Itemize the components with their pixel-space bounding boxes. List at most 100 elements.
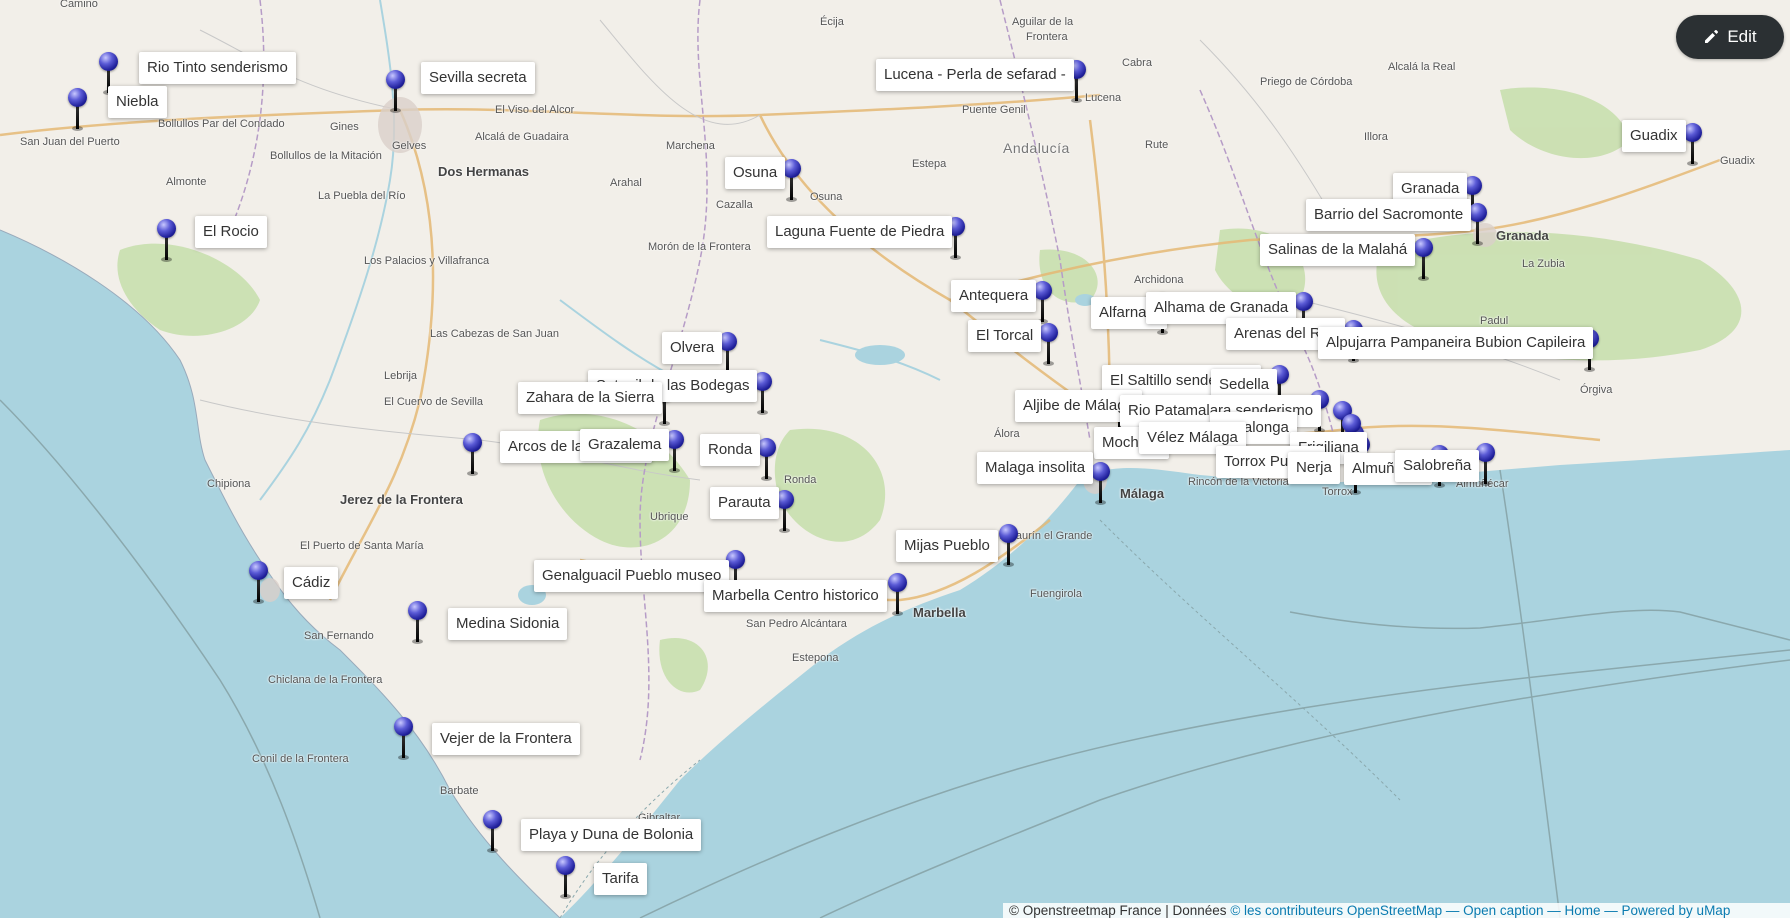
marker-head <box>386 70 405 89</box>
map-marker-label[interactable]: Malaga insolita <box>977 452 1094 484</box>
place-osuna: Osuna <box>810 191 843 203</box>
map-marker-label[interactable]: Medina Sidonia <box>448 608 568 640</box>
map-marker-pin[interactable] <box>462 433 484 477</box>
map-marker-label[interactable]: Nerja <box>1288 452 1340 484</box>
map-marker-pin[interactable] <box>248 561 270 605</box>
map-marker-label[interactable]: Osuna <box>725 157 786 189</box>
map-marker-label[interactable]: Lucena - Perla de sefarad - <box>876 59 1074 91</box>
map-marker-label[interactable]: Tarifa <box>594 863 647 895</box>
map-marker-pin[interactable] <box>555 856 577 900</box>
place-camino: Camino <box>60 0 98 10</box>
marker-head <box>463 433 482 452</box>
place-alcala-guadaira: Alcalá de Guadaira <box>475 131 569 143</box>
attribution-prefix: © Openstreetmap France | Données <box>1009 903 1231 918</box>
map-marker-label[interactable]: Genalguacil Pueblo museo <box>534 560 730 592</box>
marker-head <box>249 561 268 580</box>
marker-head <box>556 856 575 875</box>
map-marker-label[interactable]: Parauta <box>710 487 779 519</box>
marker-head <box>68 88 87 107</box>
map-marker-label[interactable]: Guadix <box>1622 120 1686 152</box>
map-marker-label[interactable]: Mijas Pueblo <box>896 530 998 562</box>
place-ilbra: Illora <box>1364 131 1388 143</box>
place-alora: Álora <box>994 428 1020 440</box>
marker-stick <box>564 873 567 897</box>
map-marker-label[interactable]: Barrio del Sacromonte <box>1306 199 1472 231</box>
map-marker-pin[interactable] <box>998 524 1020 568</box>
map-marker-label[interactable]: Grazalema <box>580 429 670 461</box>
marker-head <box>1414 238 1433 257</box>
map-marker-label[interactable]: Salinas de la Malahá <box>1260 234 1416 266</box>
place-bollullos: Bollullos Par del Condado <box>158 118 285 130</box>
place-aguilar: Aguilar de la <box>1012 16 1074 28</box>
map-marker-label[interactable]: El Rocio <box>195 216 267 248</box>
marker-stick <box>1047 340 1050 364</box>
attribution-caption-link[interactable]: Open caption <box>1463 903 1543 918</box>
map-marker-label[interactable]: Vejer de la Frontera <box>432 723 580 755</box>
marker-stick <box>954 234 957 258</box>
map-marker-label[interactable]: Marbella Centro historico <box>704 580 887 612</box>
attribution-home-link[interactable]: Home <box>1564 903 1600 918</box>
marker-head <box>394 717 413 736</box>
place-san-juan: San Juan del Puerto <box>20 136 120 148</box>
marker-head <box>483 810 502 829</box>
map-marker-label[interactable]: Salobreña <box>1395 450 1480 482</box>
place-frontera-top: Frontera <box>1026 31 1068 43</box>
pencil-icon <box>1705 30 1719 43</box>
place-moron: Morón de la Frontera <box>648 241 751 253</box>
map-marker-label[interactable]: Cádiz <box>284 567 339 599</box>
map-marker-pin[interactable] <box>482 810 504 854</box>
marker-stick <box>1484 460 1487 484</box>
edit-button[interactable]: Edit <box>1676 15 1784 59</box>
map-marker-label[interactable]: Olvera <box>662 332 723 364</box>
place-priego: Priego de Córdoba <box>1260 76 1353 88</box>
map-marker-label[interactable]: Ronda <box>700 434 761 466</box>
place-ubrique: Ubrique <box>650 511 689 523</box>
map-marker-pin[interactable] <box>156 219 178 263</box>
map-marker-pin[interactable] <box>67 88 89 132</box>
map-marker-label[interactable]: El Torcal <box>968 320 1042 352</box>
map-marker-pin[interactable] <box>393 717 415 761</box>
marker-stick <box>402 734 405 758</box>
place-andalucia: Andalucía <box>1003 140 1070 156</box>
map-marker-label[interactable]: Antequera <box>951 280 1037 312</box>
map-marker-label[interactable]: Sevilla secreta <box>421 62 535 94</box>
map-marker-label[interactable]: Playa y Duna de Bolonia <box>521 819 702 851</box>
place-cuervo: El Cuervo de Sevilla <box>384 396 484 408</box>
place-arahal: Arahal <box>610 177 642 189</box>
map-marker-pin[interactable] <box>385 70 407 114</box>
marker-head <box>888 573 907 592</box>
marker-head <box>1342 414 1361 433</box>
map-marker-label[interactable]: Alpujarra Pampaneira Bubion Capileira <box>1318 327 1594 359</box>
place-gines: Gines <box>330 121 359 133</box>
map-canvas[interactable]: Camino Écija Aguilar de la Frontera Cabr… <box>0 0 1790 918</box>
map-marker-pin[interactable] <box>1413 238 1435 282</box>
marker-stick <box>471 450 474 474</box>
marker-stick <box>663 400 666 424</box>
marker-head <box>99 52 118 71</box>
attribution-contributors-link[interactable]: © les contributeurs OpenStreetMap <box>1230 903 1442 918</box>
marker-stick <box>1007 541 1010 565</box>
marker-stick <box>416 618 419 642</box>
place-el-viso: El Viso del Alcor <box>495 104 575 116</box>
place-dos-hermanas: Dos Hermanas <box>438 164 530 179</box>
place-marchena: Marchena <box>666 140 715 152</box>
map-marker-pin[interactable] <box>1038 323 1060 367</box>
map-marker-label[interactable]: Rio Tinto senderismo <box>139 52 296 84</box>
map-marker-label[interactable]: Niebla <box>108 86 167 118</box>
map-marker-label[interactable]: Laguna Fuente de Piedra <box>767 216 953 248</box>
map-marker-pin[interactable] <box>1090 462 1112 506</box>
map-marker-pin[interactable] <box>407 601 429 645</box>
place-gelves: Gelves <box>392 140 427 152</box>
attribution-powered-link[interactable]: Powered by uMap <box>1622 903 1731 918</box>
map-marker-label[interactable]: Zahara de la Sierra <box>518 382 663 414</box>
marker-stick <box>765 455 768 479</box>
place-guadix: Guadix <box>1720 155 1755 167</box>
place-cazalla: Cazalla <box>716 199 753 211</box>
marker-stick <box>257 578 260 602</box>
place-san-fernando: San Fernando <box>304 630 374 642</box>
map-marker-pin[interactable] <box>887 573 909 617</box>
place-granada: Granada <box>1496 228 1549 243</box>
marker-stick <box>394 87 397 111</box>
marker-stick <box>673 447 676 471</box>
marker-head <box>408 601 427 620</box>
